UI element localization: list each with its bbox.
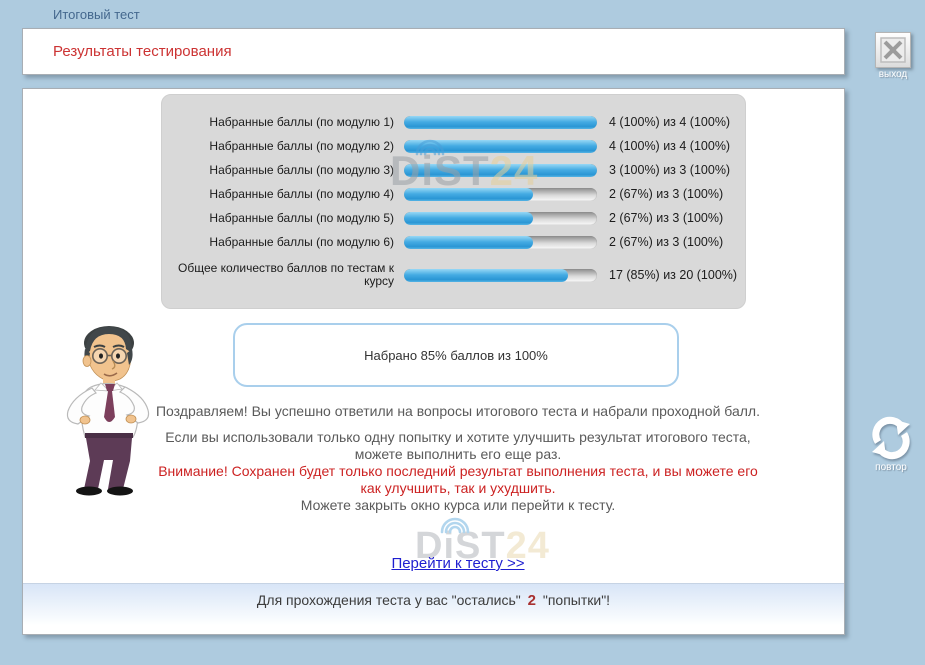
result-label: Набранные баллы (по модулю 3) (162, 164, 404, 177)
closing-message: Можете закрыть окно курса или перейти к … (151, 497, 765, 514)
exit-button[interactable] (875, 32, 911, 68)
progress-bar (404, 236, 597, 249)
result-row-module-4: Набранные баллы (по модулю 4) 2 (67%) из… (162, 182, 745, 206)
main-panel: Набранные баллы (по модулю 1) 4 (100%) и… (22, 88, 845, 635)
result-value: 17 (85%) из 20 (100%) (597, 268, 737, 282)
retry-info-message: Если вы использовали только одну попытку… (151, 429, 765, 463)
result-row-module-5: Набранные баллы (по модулю 5) 2 (67%) из… (162, 206, 745, 230)
repeat-button-label: повтор (864, 462, 918, 473)
result-value: 2 (67%) из 3 (100%) (597, 211, 723, 225)
result-row-module-3: Набранные баллы (по модулю 3) 3 (100%) и… (162, 158, 745, 182)
progress-bar (404, 140, 597, 153)
link-row: Перейти к тесту >> (151, 555, 765, 573)
results-panel: Набранные баллы (по модулю 1) 4 (100%) и… (161, 94, 746, 309)
attempts-text-before: Для прохождения теста у вас "остались" (257, 592, 521, 608)
attempts-footer: Для прохождения теста у вас "остались" 2… (23, 583, 844, 625)
app-window: Итоговый тест Результаты тестирования вы… (0, 0, 925, 665)
warning-message: Внимание! Сохранен будет только последни… (151, 463, 765, 497)
repeat-button[interactable] (866, 414, 916, 462)
result-value: 4 (100%) из 4 (100%) (597, 139, 730, 153)
congrats-message: Поздравляем! Вы успешно ответили на вопр… (151, 403, 765, 420)
result-label: Набранные баллы (по модулю 4) (162, 188, 404, 201)
header-card: Результаты тестирования (22, 28, 845, 75)
result-label: Набранные баллы (по модулю 2) (162, 140, 404, 153)
repeat-icon (866, 414, 916, 462)
result-row-module-6: Набранные баллы (по модулю 6) 2 (67%) из… (162, 230, 745, 254)
window-title: Итоговый тест (53, 7, 140, 22)
progress-bar (404, 269, 597, 282)
result-value: 2 (67%) из 3 (100%) (597, 187, 723, 201)
go-to-test-link[interactable]: Перейти к тесту >> (391, 555, 524, 572)
result-label: Набранные баллы (по модулю 5) (162, 212, 404, 225)
attempts-count: 2 (525, 592, 539, 609)
result-value: 3 (100%) из 3 (100%) (597, 163, 730, 177)
result-label: Общее количество баллов по тестам к курс… (162, 262, 404, 288)
progress-bar (404, 188, 597, 201)
progress-bar (404, 164, 597, 177)
result-row-module-1: Набранные баллы (по модулю 1) 4 (100%) и… (162, 110, 745, 134)
exit-button-label: выход (866, 69, 920, 80)
result-row-total: Общее количество баллов по тестам к курс… (162, 256, 745, 294)
attempts-text-after: "попытки"! (543, 592, 610, 608)
result-row-module-2: Набранные баллы (по модулю 2) 4 (100%) и… (162, 134, 745, 158)
score-summary-text: Набрано 85% баллов из 100% (364, 348, 548, 363)
result-value: 2 (67%) из 3 (100%) (597, 235, 723, 249)
progress-bar (404, 116, 597, 129)
close-icon (880, 37, 906, 63)
result-messages: Поздравляем! Вы успешно ответили на вопр… (151, 403, 765, 514)
page-title: Результаты тестирования (53, 43, 232, 60)
result-label: Набранные баллы (по модулю 1) (162, 116, 404, 129)
result-label: Набранные баллы (по модулю 6) (162, 236, 404, 249)
result-value: 4 (100%) из 4 (100%) (597, 115, 730, 129)
score-summary-box: Набрано 85% баллов из 100% (233, 323, 679, 387)
progress-bar (404, 212, 597, 225)
